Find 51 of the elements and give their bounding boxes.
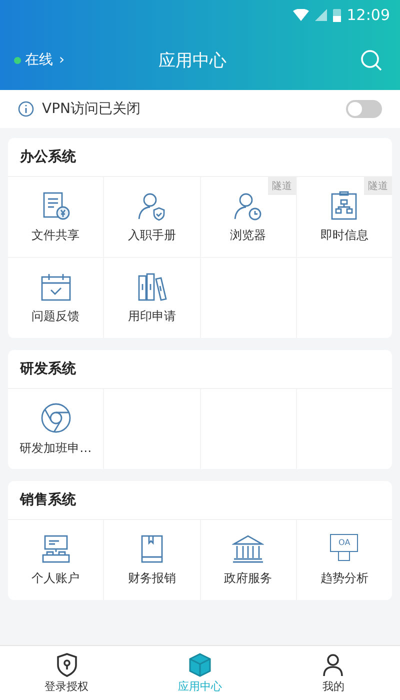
app-tile[interactable]: OA 趋势分析 (296, 520, 392, 600)
status-time: 12:09 (346, 6, 390, 24)
app-tile[interactable]: 用印申请 (104, 258, 200, 338)
vpn-status-text: VPN访问已关闭 (42, 100, 142, 118)
app-label: 研发加班申… (20, 440, 92, 456)
nav-tab[interactable]: 我的 (266, 646, 400, 700)
search-icon[interactable] (360, 49, 382, 71)
section-title: 研发系统 (18, 360, 77, 379)
signal-icon (314, 9, 327, 21)
bank-building-icon (232, 534, 264, 564)
app-tile[interactable]: 问题反馈 (8, 258, 104, 338)
section-title: 办公系统 (18, 148, 77, 167)
user-shield-icon (136, 190, 167, 220)
app-label: 财务报销 (128, 570, 176, 586)
section-title: 销售系统 (18, 491, 77, 510)
tunnel-badge: 隧道 (364, 177, 392, 195)
app-label: 个人账户 (32, 570, 80, 586)
app-label: 入职手册 (128, 226, 176, 244)
app-label: 浏览器 (230, 226, 266, 244)
computer-keyboard-icon (40, 534, 71, 564)
app-tile[interactable]: 个人账户 (8, 520, 104, 600)
app-tile[interactable]: 研发加班申… (8, 389, 104, 469)
app-label: 问题反馈 (32, 308, 80, 324)
calendar-check-icon (40, 272, 72, 302)
browser-logo-icon (40, 402, 72, 434)
app-label: 用印申请 (128, 308, 176, 324)
app-tile[interactable]: 财务报销 (104, 520, 200, 600)
person-icon (322, 652, 344, 676)
shield-keyhole-icon (56, 652, 78, 676)
app-label: 政府服务 (224, 570, 272, 586)
document-icon (40, 190, 71, 220)
app-tile[interactable]: 入职手册 (104, 177, 200, 257)
app-label: 即时信息 (320, 226, 368, 244)
user-clock-icon (233, 190, 264, 220)
app-tile[interactable]: 隧道 浏览器 (200, 177, 296, 257)
app-label: 趋势分析 (320, 570, 368, 586)
org-chart-icon (329, 190, 360, 220)
nav-tab[interactable]: 登录授权 (0, 646, 134, 700)
books-icon (136, 272, 167, 302)
info-icon (18, 101, 34, 117)
app-tile[interactable]: 文件共享 (8, 177, 104, 257)
online-status-button[interactable]: 在线 › (14, 51, 65, 69)
app-tile[interactable]: 政府服务 (200, 520, 296, 600)
vpn-toggle[interactable] (346, 100, 382, 118)
wifi-icon (292, 9, 309, 21)
battery-icon (332, 8, 341, 22)
app-tile[interactable]: 隧道 即时信息 (296, 177, 392, 257)
app-label: 文件共享 (32, 226, 80, 244)
page-title: 应用中心 (158, 50, 226, 72)
cube-icon (188, 652, 212, 676)
tunnel-badge: 隧道 (268, 177, 296, 195)
